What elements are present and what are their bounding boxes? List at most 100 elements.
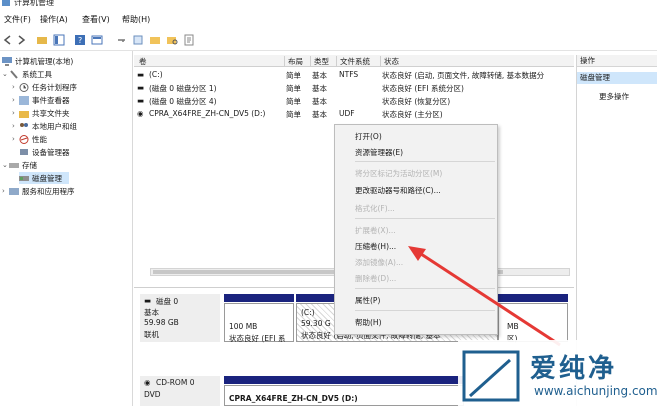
forward-icon[interactable] [15,34,27,46]
cell-volume: (磁盘 0 磁盘分区 4) [149,97,217,106]
menu-view[interactable]: 查看(V) [82,14,110,25]
tree-item-device-manager[interactable]: 设备管理器 [19,146,70,158]
table-row[interactable]: ▬ (磁盘 0 磁盘分区 4) 简单 基本 状态良好 (恢复分区) [134,96,574,107]
menu-item-explorer[interactable]: 资源管理器(E) [355,147,403,158]
cell-status: 状态良好 (EFI 系统分区) [382,84,464,93]
cell-type: 基本 [312,97,327,106]
cdrom-0-label[interactable]: ◉ CD-ROM 0 DVD [140,376,220,406]
menu-file[interactable]: 文件(F) [4,14,31,25]
table-row[interactable]: ▬ (磁盘 0 磁盘分区 1) 简单 基本 状态良好 (EFI 系统分区) [134,83,574,94]
chevron-right-icon[interactable]: › [12,109,19,117]
chevron-right-icon[interactable]: › [12,96,19,104]
tree-item-task-scheduler[interactable]: › 任务计划程序 [12,81,77,93]
cell-volume: (磁盘 0 磁盘分区 1) [149,84,217,93]
disk-0-label[interactable]: ▬ 磁盘 0 基本 59.98 GB 联机 [140,294,220,342]
menu-item-extend: 扩展卷(X)... [355,226,396,235]
chevron-down-icon[interactable]: ⌄ [2,161,9,169]
menu-item-shrink[interactable]: 压缩卷(H)... [355,241,396,252]
properties-icon[interactable] [183,34,195,46]
disk-0-size: 59.98 GB [144,318,179,327]
tree-label-performance: 性能 [32,134,47,144]
column-header-layout[interactable]: 布局 [284,56,303,67]
chevron-right-icon[interactable]: › [2,187,9,195]
shared-folder-icon [19,110,29,118]
column-header-status[interactable]: 状态 [380,56,399,67]
help-icon[interactable]: ? [74,34,86,46]
partition-4-bar [498,294,568,302]
partition-recovery[interactable]: MB 区) [498,303,568,343]
back-icon[interactable] [2,34,14,46]
tree-item-system-tools[interactable]: ⌄ 系统工具 [2,68,52,80]
tree-item-disk-management[interactable]: 磁盘管理 [19,172,69,184]
menu-action[interactable]: 操作(A) [40,14,68,25]
view-icon[interactable] [91,34,103,46]
check-disk-icon[interactable] [132,34,144,46]
table-row[interactable]: ▬ (C:) 简单 基本 NTFS 状态良好 (启动, 页面文件, 故障转储, … [134,70,574,81]
tree-label-root: 计算机管理(本地) [15,56,74,66]
cdrom-volume-name: CPRA_X64FRE_ZH-CN_DV5 (D:) [229,394,358,403]
console-tree-icon[interactable] [53,34,65,46]
disk-0-type: 基本 [144,308,159,317]
disk-0-name: 磁盘 0 [156,297,179,306]
volume-table-header: 卷 布局 类型 文件系统 状态 [134,55,574,67]
menu-item-help[interactable]: 帮助(H) [355,317,382,328]
tree-item-root[interactable]: 计算机管理(本地) [2,55,73,67]
title-bar: 计算机管理 [0,0,657,10]
chevron-right-icon[interactable]: › [12,135,19,143]
cell-layout: 简单 [286,110,301,119]
services-icon [9,187,19,195]
tree-label-shared-folders: 共享文件夹 [32,108,70,118]
tree-item-event-viewer[interactable]: › 事件查看器 [12,94,70,106]
menu-item-open[interactable]: 打开(O) [355,131,382,142]
cdrom-volume-bar [224,376,464,384]
search-folder-icon[interactable] [166,34,178,46]
tree-label-disk-management: 磁盘管理 [32,173,62,183]
tree-label-services: 服务和应用程序 [22,186,75,196]
open-folder-icon[interactable] [149,34,161,46]
actions-more[interactable]: 更多操作 [599,91,629,102]
disk-icon: ▬ [144,296,152,305]
menu-separator [355,310,495,311]
clock-icon [19,82,29,92]
toolbar: ? [0,29,657,51]
window-title: 计算机管理 [14,0,54,7]
cdrom-volume[interactable]: CPRA_X64FRE_ZH-CN_DV5 (D:) [224,385,464,406]
menu-item-change-letter[interactable]: 更改驱动器号和路径(C)... [355,185,441,196]
users-icon [20,122,28,127]
menu-item-properties[interactable]: 属性(P) [355,295,380,306]
tree-item-services[interactable]: › 服务和应用程序 [2,185,75,197]
cell-volume: CPRA_X64FRE_ZH-CN_DV5 (D:) [149,109,266,118]
disk-management-icon [19,175,29,181]
menu-item-format: 格式化(F)... [355,204,395,213]
menu-item-add-mirror: 添加镜像(A)... [355,258,404,267]
column-header-volume[interactable]: 卷 [136,56,147,67]
menu-separator [355,288,495,289]
chevron-right-icon[interactable]: › [12,83,19,91]
partition-efi-size: 100 MB [229,322,258,331]
menu-help[interactable]: 帮助(H) [122,14,150,25]
cdrom-0-type: DVD [144,390,161,399]
partition-efi[interactable]: 100 MB 状态良好 (EFI 系 [224,303,294,343]
partition-recovery-size: MB [507,322,519,331]
column-header-filesystem[interactable]: 文件系统 [336,56,370,67]
key-icon[interactable] [116,34,128,46]
event-viewer-icon [19,95,29,105]
actions-disk-management[interactable]: 磁盘管理 [577,72,657,84]
tree-label-device-manager: 设备管理器 [32,147,70,157]
chevron-down-icon[interactable]: ⌄ [2,70,9,78]
tree-item-local-users[interactable]: › 本地用户和组 [12,120,77,132]
chevron-right-icon[interactable]: › [12,122,19,130]
computer-management-icon [2,0,10,6]
table-row[interactable]: ◉ CPRA_X64FRE_ZH-CN_DV5 (D:) 简单 基本 UDF 状… [134,109,574,120]
cell-layout: 简单 [286,71,301,80]
tree-item-shared-folders[interactable]: › 共享文件夹 [12,107,70,119]
tree-item-performance[interactable]: › 性能 [12,133,47,145]
partition-efi-status: 状态良好 (EFI 系 [229,334,286,343]
svg-text:?: ? [78,36,82,45]
device-manager-icon [20,148,28,155]
column-header-type[interactable]: 类型 [310,56,329,67]
cell-status: 状态良好 (启动, 页面文件, 故障转储, 基本数据分 [382,71,545,80]
tree-item-storage[interactable]: ⌄ 存储 [2,159,37,171]
volume-icon: ▬ [137,96,145,105]
folder-up-icon[interactable] [36,34,48,46]
